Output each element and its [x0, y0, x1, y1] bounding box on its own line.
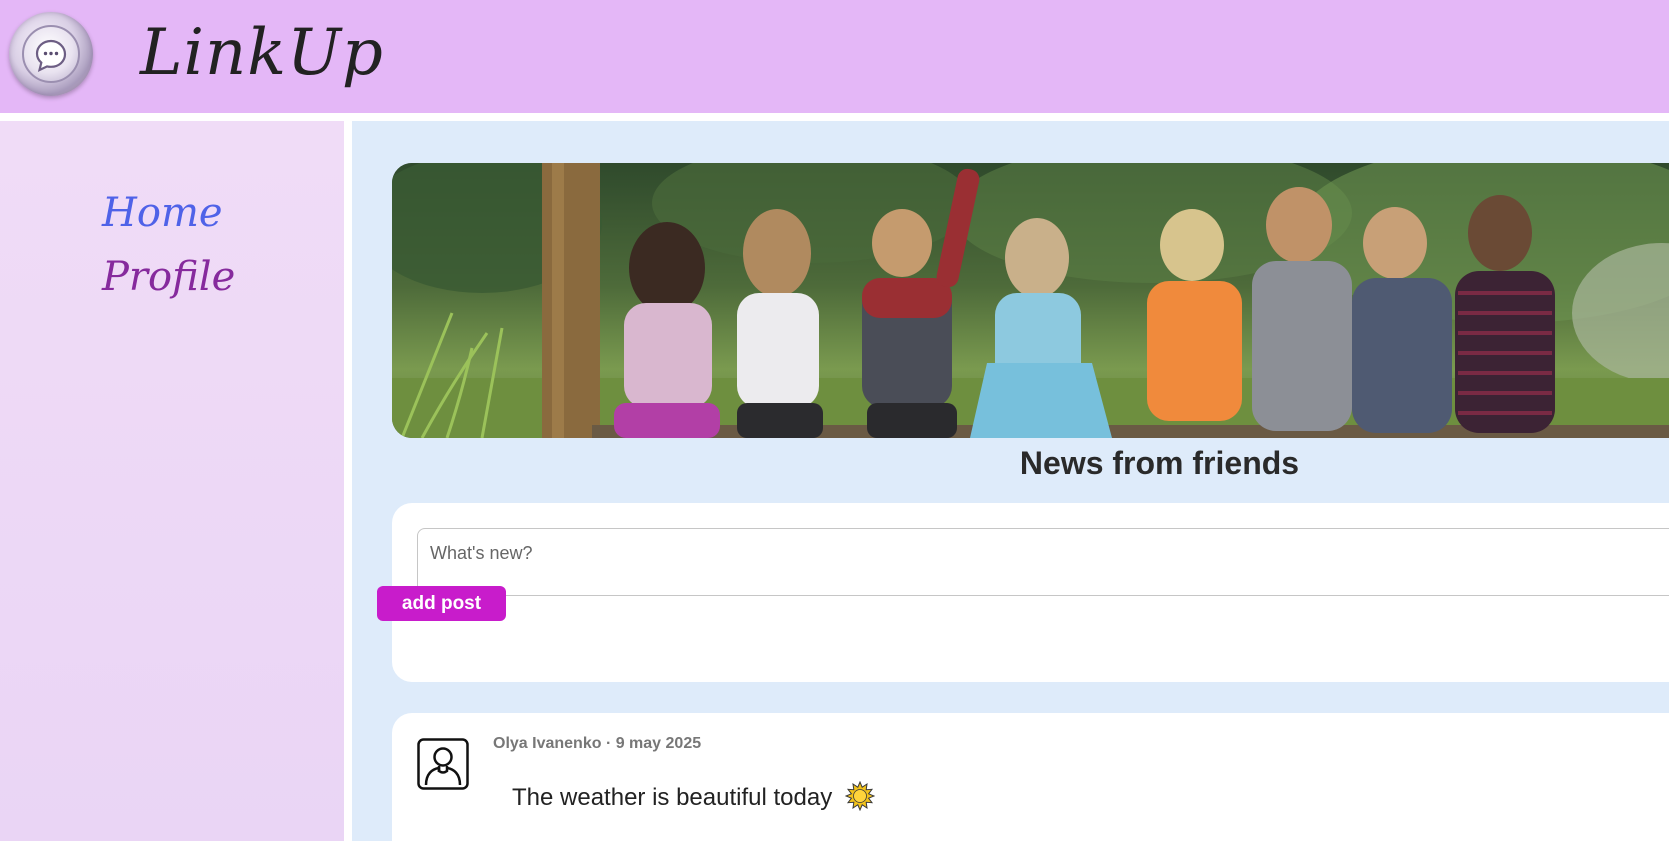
post-card: Olya Ivanenko · 9 may 2025 The weather i…	[392, 713, 1669, 841]
add-post-button[interactable]: add post	[377, 586, 506, 621]
user-avatar-icon[interactable]	[417, 738, 469, 790]
post-composer	[392, 503, 1669, 682]
whats-new-input[interactable]	[417, 528, 1669, 596]
logo-chat-icon[interactable]	[9, 12, 93, 96]
chat-bubble-icon	[35, 39, 67, 72]
post-author-date: Olya Ivanenko · 9 may 2025	[493, 735, 702, 752]
sidebar-item-home[interactable]: Home	[102, 187, 223, 239]
main-feed: News from friends add post Olya Ivanenko…	[352, 121, 1669, 841]
sidebar-item-profile[interactable]: Profile	[102, 251, 235, 303]
banner-image	[392, 163, 1669, 438]
logo-inner	[22, 25, 80, 83]
post-text-row: The weather is beautiful today	[512, 781, 875, 812]
app-title: LinkUp	[140, 16, 384, 90]
post-text: The weather is beautiful today	[512, 784, 833, 811]
children-photo-illustration	[392, 163, 1669, 438]
sidebar: Home Profile	[0, 121, 344, 841]
page-title: News from friends	[1019, 445, 1300, 481]
sun-icon	[844, 781, 875, 811]
app-header: LinkUp	[0, 0, 1669, 113]
